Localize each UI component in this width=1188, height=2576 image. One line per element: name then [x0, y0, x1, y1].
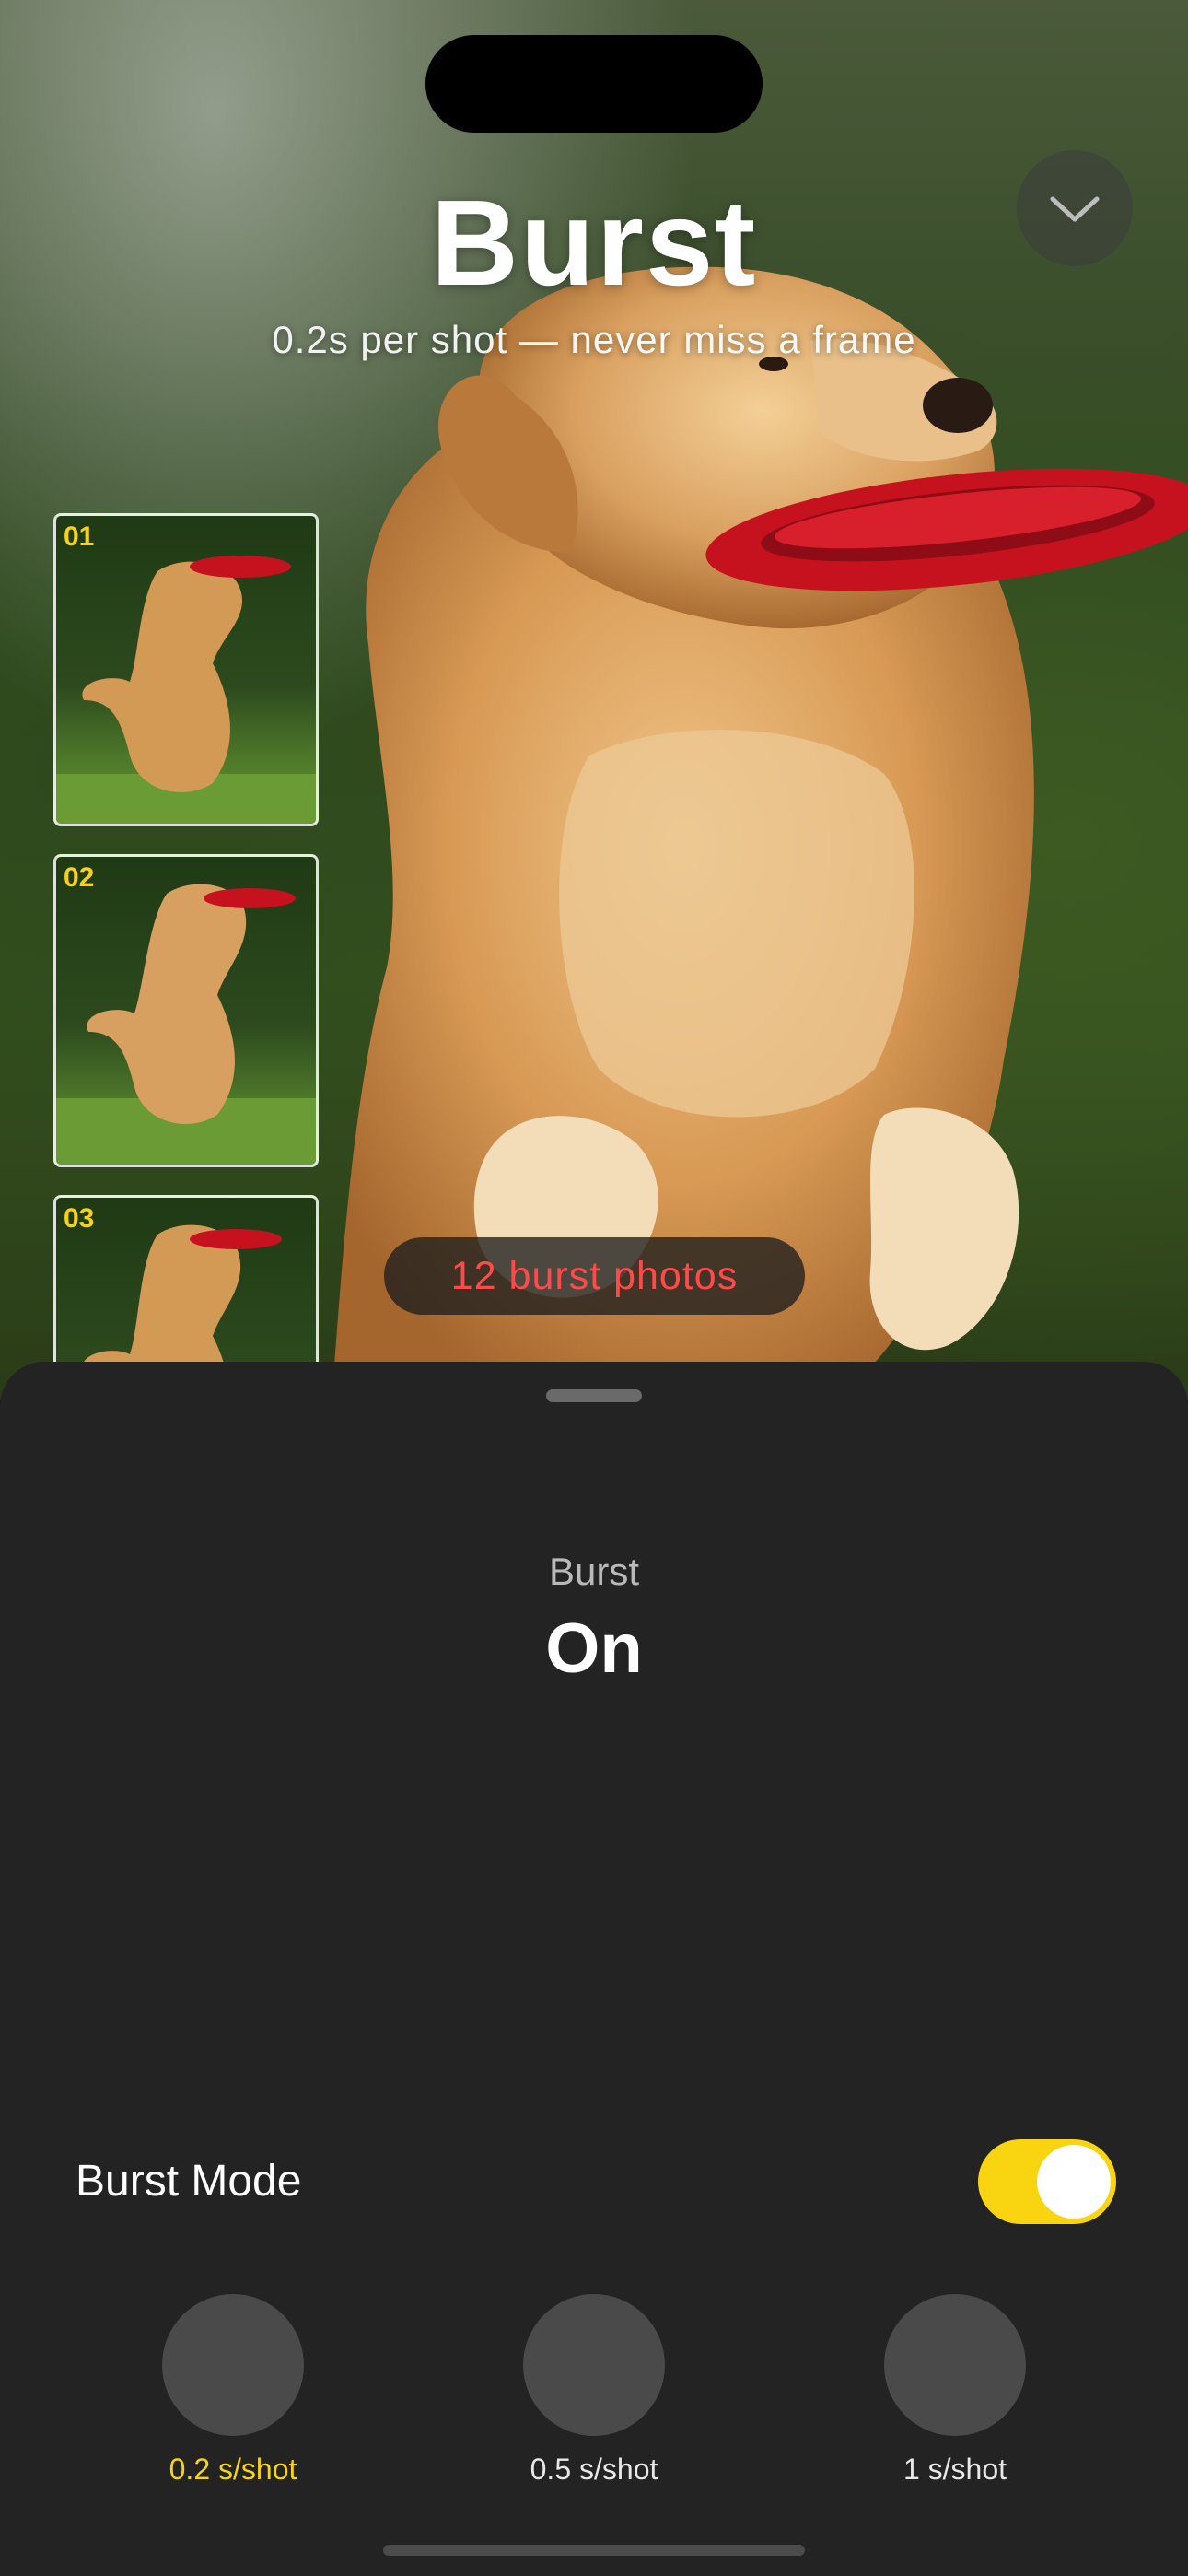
- hero-photo: Burst 0.2s per shot — never miss a frame…: [0, 0, 1188, 1400]
- speed-option-0-2[interactable]: 0.2 s/shot: [95, 2294, 371, 2487]
- burst-count-badge: 12 burst photos: [384, 1237, 805, 1315]
- speed-option-label: 1 s/shot: [903, 2453, 1007, 2486]
- burst-thumbnail[interactable]: 02: [53, 854, 319, 1167]
- speed-option-circle: [162, 2294, 304, 2436]
- page-title: Burst: [430, 175, 758, 310]
- burst-mode-row: Burst Mode: [76, 2136, 1116, 2228]
- speed-option-1[interactable]: 1 s/shot: [817, 2294, 1093, 2487]
- burst-speed-options: 0.2 s/shot 0.5 s/shot 1 s/shot: [0, 2294, 1188, 2506]
- burst-mode-toggle[interactable]: [978, 2139, 1116, 2224]
- dynamic-island: [425, 35, 763, 133]
- sheet-grabber[interactable]: [546, 1389, 642, 1402]
- toggle-knob: [1037, 2145, 1111, 2219]
- speed-option-0-5[interactable]: 0.5 s/shot: [456, 2294, 732, 2487]
- mode-status: On: [545, 1610, 643, 1688]
- burst-mode-label: Burst Mode: [76, 2157, 302, 2206]
- mode-caption: Burst: [548, 1550, 640, 1593]
- thumbnail-index: 02: [64, 862, 95, 893]
- speed-option-label: 0.2 s/shot: [169, 2453, 297, 2486]
- burst-thumbnail-strip: 01 02 03: [53, 513, 322, 1400]
- speed-option-circle: [523, 2294, 665, 2436]
- thumbnail-index: 01: [64, 521, 95, 552]
- speed-option-label: 0.5 s/shot: [530, 2453, 658, 2486]
- speed-option-circle: [884, 2294, 1026, 2436]
- burst-thumbnail[interactable]: 01: [53, 513, 319, 826]
- settings-sheet: Burst On Burst Mode 0.2 s/shot 0.5 s/sho…: [0, 1362, 1188, 2576]
- thumbnail-dog-image: [56, 556, 316, 824]
- thumbnail-dog-image: [56, 884, 316, 1165]
- thumbnail-index: 03: [64, 1203, 95, 1234]
- home-indicator[interactable]: [383, 2545, 805, 2556]
- page-subtitle: 0.2s per shot — never miss a frame: [272, 318, 916, 361]
